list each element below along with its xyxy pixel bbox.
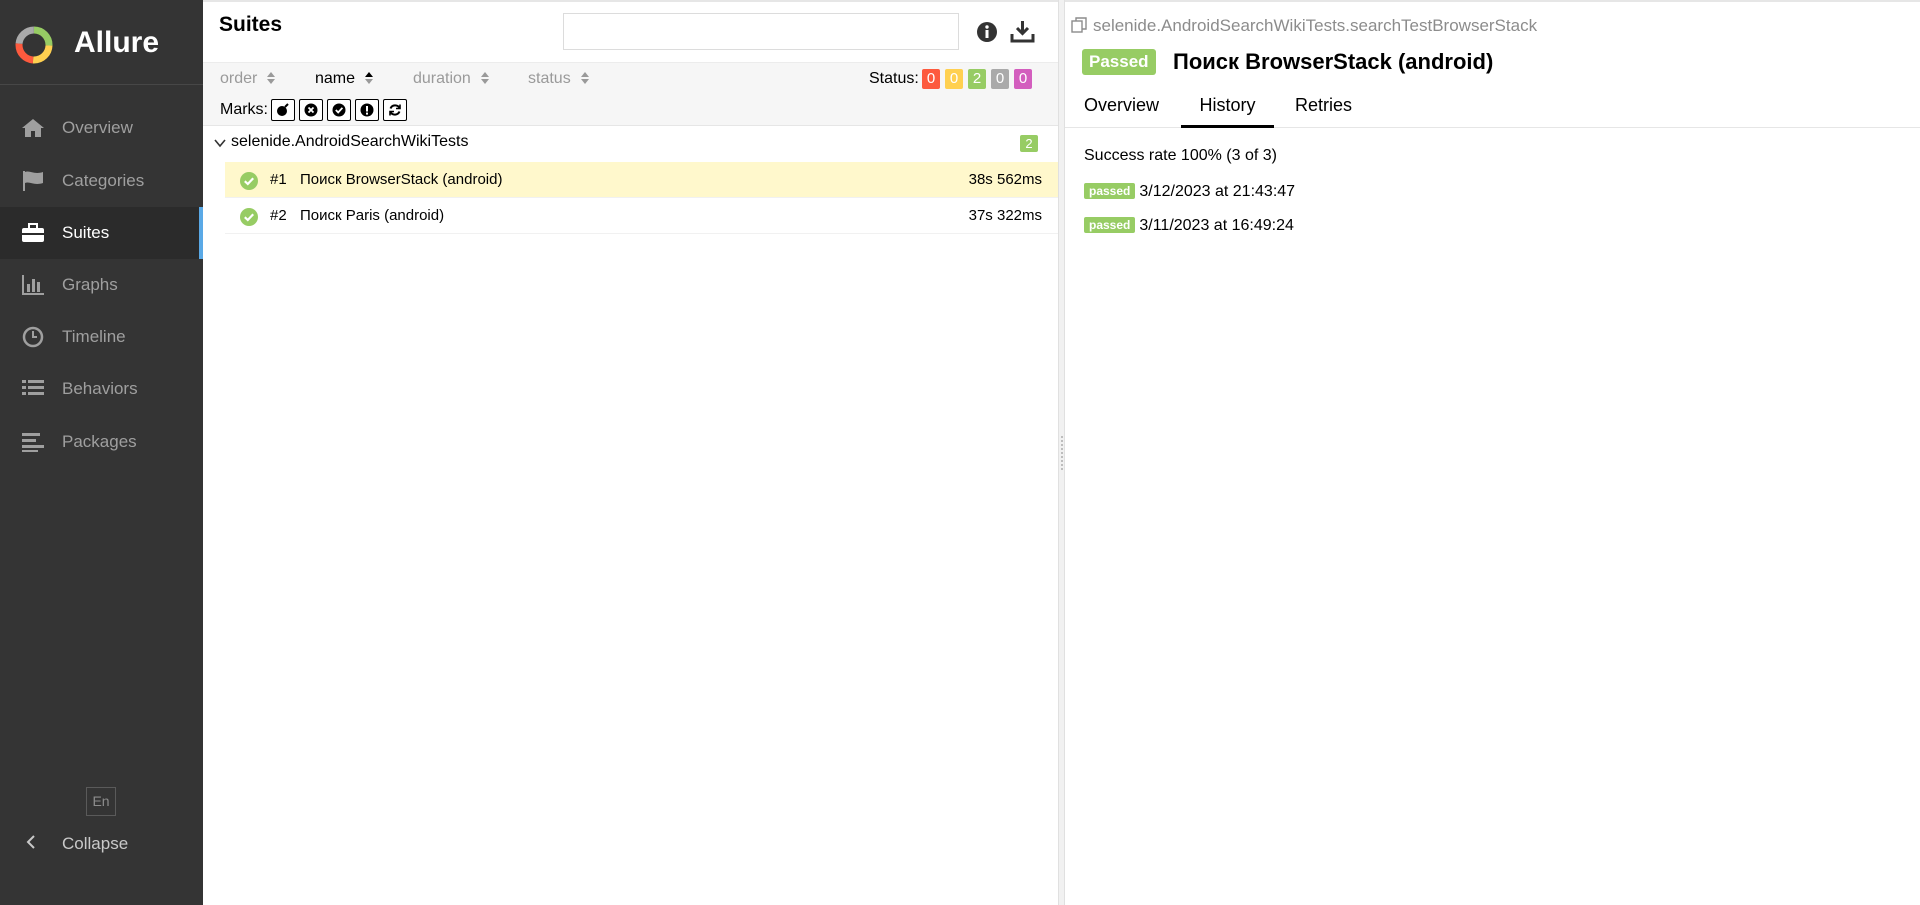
tab-history[interactable]: History	[1181, 95, 1274, 128]
sort-duration[interactable]: duration	[413, 70, 489, 88]
language-button[interactable]: En	[86, 787, 116, 816]
sort-order[interactable]: order	[220, 70, 276, 88]
tree-toolbar: order name duration status Status: 0 0 2…	[203, 62, 1058, 126]
success-rate: Success rate 100% (3 of 3)	[1084, 147, 1277, 164]
sort-duration-label: duration	[413, 70, 471, 87]
status-skipped-toggle[interactable]: 0	[991, 69, 1009, 89]
sidebar-item-overview[interactable]: Overview	[0, 102, 203, 154]
new-failed-icon	[304, 103, 318, 117]
history-status-badge: passed	[1084, 183, 1136, 199]
test-number: #1	[270, 171, 287, 188]
sort-status-label: status	[528, 70, 571, 87]
mark-new-passed-toggle[interactable]	[327, 99, 351, 121]
sidebar-item-label: Overview	[62, 118, 133, 137]
flaky-icon	[277, 103, 289, 116]
status-failed-toggle[interactable]: 0	[922, 69, 940, 89]
sort-order-label: order	[220, 70, 258, 87]
suite-group-name: selenide.AndroidSearchWikiTests	[231, 133, 469, 150]
sidebar-item-behaviors[interactable]: Behaviors	[0, 363, 203, 415]
list-icon	[22, 380, 44, 395]
suite-group-count: 2	[1020, 135, 1038, 152]
bar-chart-icon	[22, 275, 44, 295]
test-title: Поиск BrowserStack (android)	[1173, 49, 1494, 74]
status-badge: Passed	[1082, 49, 1156, 75]
collapse-label: Collapse	[62, 834, 129, 853]
sort-arrows-icon	[480, 72, 489, 84]
flag-icon	[23, 171, 43, 191]
test-row[interactable]: #1 Поиск BrowserStack (android) 38s 562m…	[225, 162, 1058, 198]
copy-icon	[1071, 17, 1087, 33]
briefcase-icon	[22, 223, 44, 242]
status-broken-toggle[interactable]: 0	[945, 69, 963, 89]
suites-pane: Suites order name duration status Status…	[203, 0, 1058, 905]
sort-arrows-icon	[580, 72, 589, 84]
sidebar-item-label: Suites	[62, 223, 110, 242]
mark-new-failed-toggle[interactable]	[299, 99, 323, 121]
chevron-down-icon	[214, 139, 226, 148]
test-full-name-text: selenide.AndroidSearchWikiTests.searchTe…	[1093, 16, 1538, 35]
chevron-left-icon	[26, 835, 35, 849]
tab-retries[interactable]: Retries	[1295, 95, 1352, 128]
status-unknown-toggle[interactable]: 0	[1014, 69, 1032, 89]
test-result-pane: selenide.AndroidSearchWikiTests.searchTe…	[1065, 0, 1920, 905]
test-row[interactable]: #2 Поиск Paris (android) 37s 322ms	[225, 198, 1058, 234]
passed-status-icon	[240, 208, 258, 226]
mark-new-broken-toggle[interactable]	[355, 99, 379, 121]
sidebar: Allure Overview Categories Suites Graphs…	[0, 0, 203, 905]
test-name: Поиск Paris (android)	[300, 207, 445, 224]
mark-retries-toggle[interactable]	[383, 99, 407, 121]
test-number: #2	[270, 207, 287, 224]
download-icon[interactable]	[1010, 19, 1035, 43]
history-status-badge: passed	[1084, 217, 1136, 233]
passed-status-icon	[240, 172, 258, 190]
collapse-button[interactable]: Collapse	[0, 826, 203, 860]
test-duration: 38s 562ms	[968, 171, 1042, 188]
sort-status[interactable]: status	[528, 70, 589, 88]
tab-overview[interactable]: Overview	[1084, 95, 1159, 128]
new-passed-icon	[332, 103, 346, 117]
allure-app: Allure Overview Categories Suites Graphs…	[0, 0, 1920, 905]
home-icon	[22, 119, 44, 137]
status-passed-toggle[interactable]: 2	[968, 69, 986, 89]
test-name: Поиск BrowserStack (android)	[300, 171, 503, 188]
allure-logo-icon	[15, 26, 53, 64]
info-icon[interactable]	[976, 21, 998, 43]
sort-name-label: name	[315, 70, 356, 87]
page-title: Suites	[219, 13, 283, 36]
sidebar-item-label: Packages	[62, 432, 137, 451]
history-item[interactable]: passed 3/11/2023 at 16:49:24	[1084, 217, 1294, 235]
search-input[interactable]	[563, 13, 959, 50]
history-time: 3/11/2023 at 16:49:24	[1139, 217, 1294, 234]
sidebar-item-label: Behaviors	[62, 379, 138, 398]
brand-name: Allure	[74, 26, 160, 59]
sidebar-item-timeline[interactable]: Timeline	[0, 311, 203, 363]
history-item[interactable]: passed 3/12/2023 at 21:43:47	[1084, 183, 1295, 201]
retries-icon	[389, 104, 401, 116]
marks-label: Marks:	[220, 101, 268, 118]
splitter-grip	[1061, 436, 1063, 472]
test-tabs: Overview History Retries	[1065, 88, 1920, 128]
sidebar-item-label: Timeline	[62, 327, 126, 346]
suite-group[interactable]: selenide.AndroidSearchWikiTests 2	[203, 126, 1058, 162]
status-filter-label: Status:	[869, 70, 919, 87]
test-full-name[interactable]: selenide.AndroidSearchWikiTests.searchTe…	[1071, 16, 1537, 36]
sidebar-item-label: Graphs	[62, 275, 118, 294]
sort-name[interactable]: name	[315, 70, 374, 88]
test-duration: 37s 322ms	[968, 207, 1042, 224]
brand[interactable]: Allure	[0, 0, 203, 85]
history-time: 3/12/2023 at 21:43:47	[1139, 183, 1296, 200]
mark-flaky-toggle[interactable]	[271, 99, 295, 121]
align-left-icon	[22, 433, 44, 452]
pane-splitter[interactable]	[1058, 0, 1065, 905]
sidebar-item-packages[interactable]: Packages	[0, 416, 203, 468]
sort-arrows-icon	[365, 72, 374, 84]
clock-icon	[22, 326, 44, 348]
sidebar-item-graphs[interactable]: Graphs	[0, 259, 203, 311]
sidebar-item-label: Categories	[62, 171, 145, 190]
sidebar-item-categories[interactable]: Categories	[0, 155, 203, 207]
new-broken-icon	[360, 103, 374, 117]
sidebar-item-suites[interactable]: Suites	[0, 207, 203, 259]
sort-arrows-icon	[267, 72, 276, 84]
